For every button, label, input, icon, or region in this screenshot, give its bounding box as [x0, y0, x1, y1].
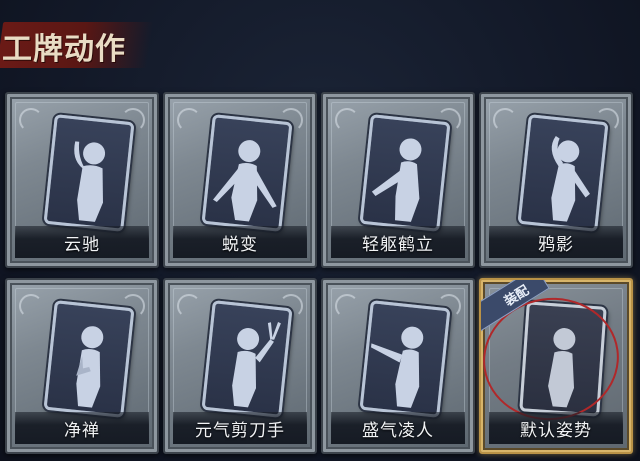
pose-card-5[interactable]: 净禅: [5, 278, 159, 454]
pose-label: 鸦影: [538, 234, 574, 255]
pose-card-grid: 云驰 蜕变 轻躯鹤立 鸦影 净禅 元气剪刀手 盛气凌人 装配 默认姿势: [5, 92, 633, 454]
pose-label-bar: 盛气凌人: [331, 412, 465, 444]
pose-card-2[interactable]: 蜕变: [163, 92, 317, 268]
pose-label: 净禅: [64, 420, 100, 441]
silhouette-icon: [371, 138, 422, 222]
pose-preview-card: [43, 114, 135, 232]
pose-card-7[interactable]: 盛气凌人: [321, 278, 475, 454]
silhouette-icon: [371, 326, 424, 408]
swirl-ornament-icon: [335, 294, 359, 318]
pose-label-bar: 净禅: [15, 412, 149, 444]
pose-card-6[interactable]: 元气剪刀手: [163, 278, 317, 454]
pose-label: 默认姿势: [520, 420, 592, 441]
swirl-ornament-icon: [335, 108, 359, 132]
pose-label-bar: 蜕变: [173, 226, 307, 258]
pose-card-3[interactable]: 轻躯鹤立: [321, 92, 475, 268]
pose-preview-card: [201, 114, 293, 232]
pose-label: 蜕变: [222, 234, 258, 255]
silhouette-icon: [213, 140, 277, 222]
silhouette-icon: [74, 141, 106, 222]
swirl-ornament-icon: [177, 108, 201, 132]
pose-label-bar: 鸦影: [489, 226, 623, 258]
pose-preview-card: [359, 300, 451, 418]
pose-preview-card: [43, 300, 135, 418]
pose-preview-card: [519, 301, 607, 417]
swirl-ornament-icon: [19, 294, 43, 318]
pose-card-1[interactable]: 云驰: [5, 92, 159, 268]
pose-preview-card: [201, 300, 293, 418]
swirl-ornament-icon: [493, 108, 517, 132]
silhouette-icon: [232, 322, 281, 408]
pose-label: 盛气凌人: [362, 420, 434, 441]
pose-label-bar: 云驰: [15, 226, 149, 258]
pose-label-bar: 元气剪刀手: [173, 412, 307, 444]
pose-preview-card: [359, 114, 451, 232]
pose-card-4[interactable]: 鸦影: [479, 92, 633, 268]
pose-card-8-equipped[interactable]: 装配 默认姿势: [479, 278, 633, 454]
page-header: 工牌动作: [0, 14, 170, 72]
pose-label: 元气剪刀手: [195, 420, 285, 441]
swirl-ornament-icon: [177, 294, 201, 318]
pose-label-bar: 默认姿势: [489, 412, 623, 444]
silhouette-icon: [551, 136, 590, 222]
silhouette-icon: [548, 328, 576, 408]
pose-label: 云驰: [64, 234, 100, 255]
pose-label: 轻躯鹤立: [362, 234, 434, 255]
pose-preview-card: [517, 114, 609, 232]
pose-label-bar: 轻躯鹤立: [331, 226, 465, 258]
page-title: 工牌动作: [2, 32, 126, 67]
swirl-ornament-icon: [19, 108, 43, 132]
silhouette-icon: [76, 326, 104, 408]
